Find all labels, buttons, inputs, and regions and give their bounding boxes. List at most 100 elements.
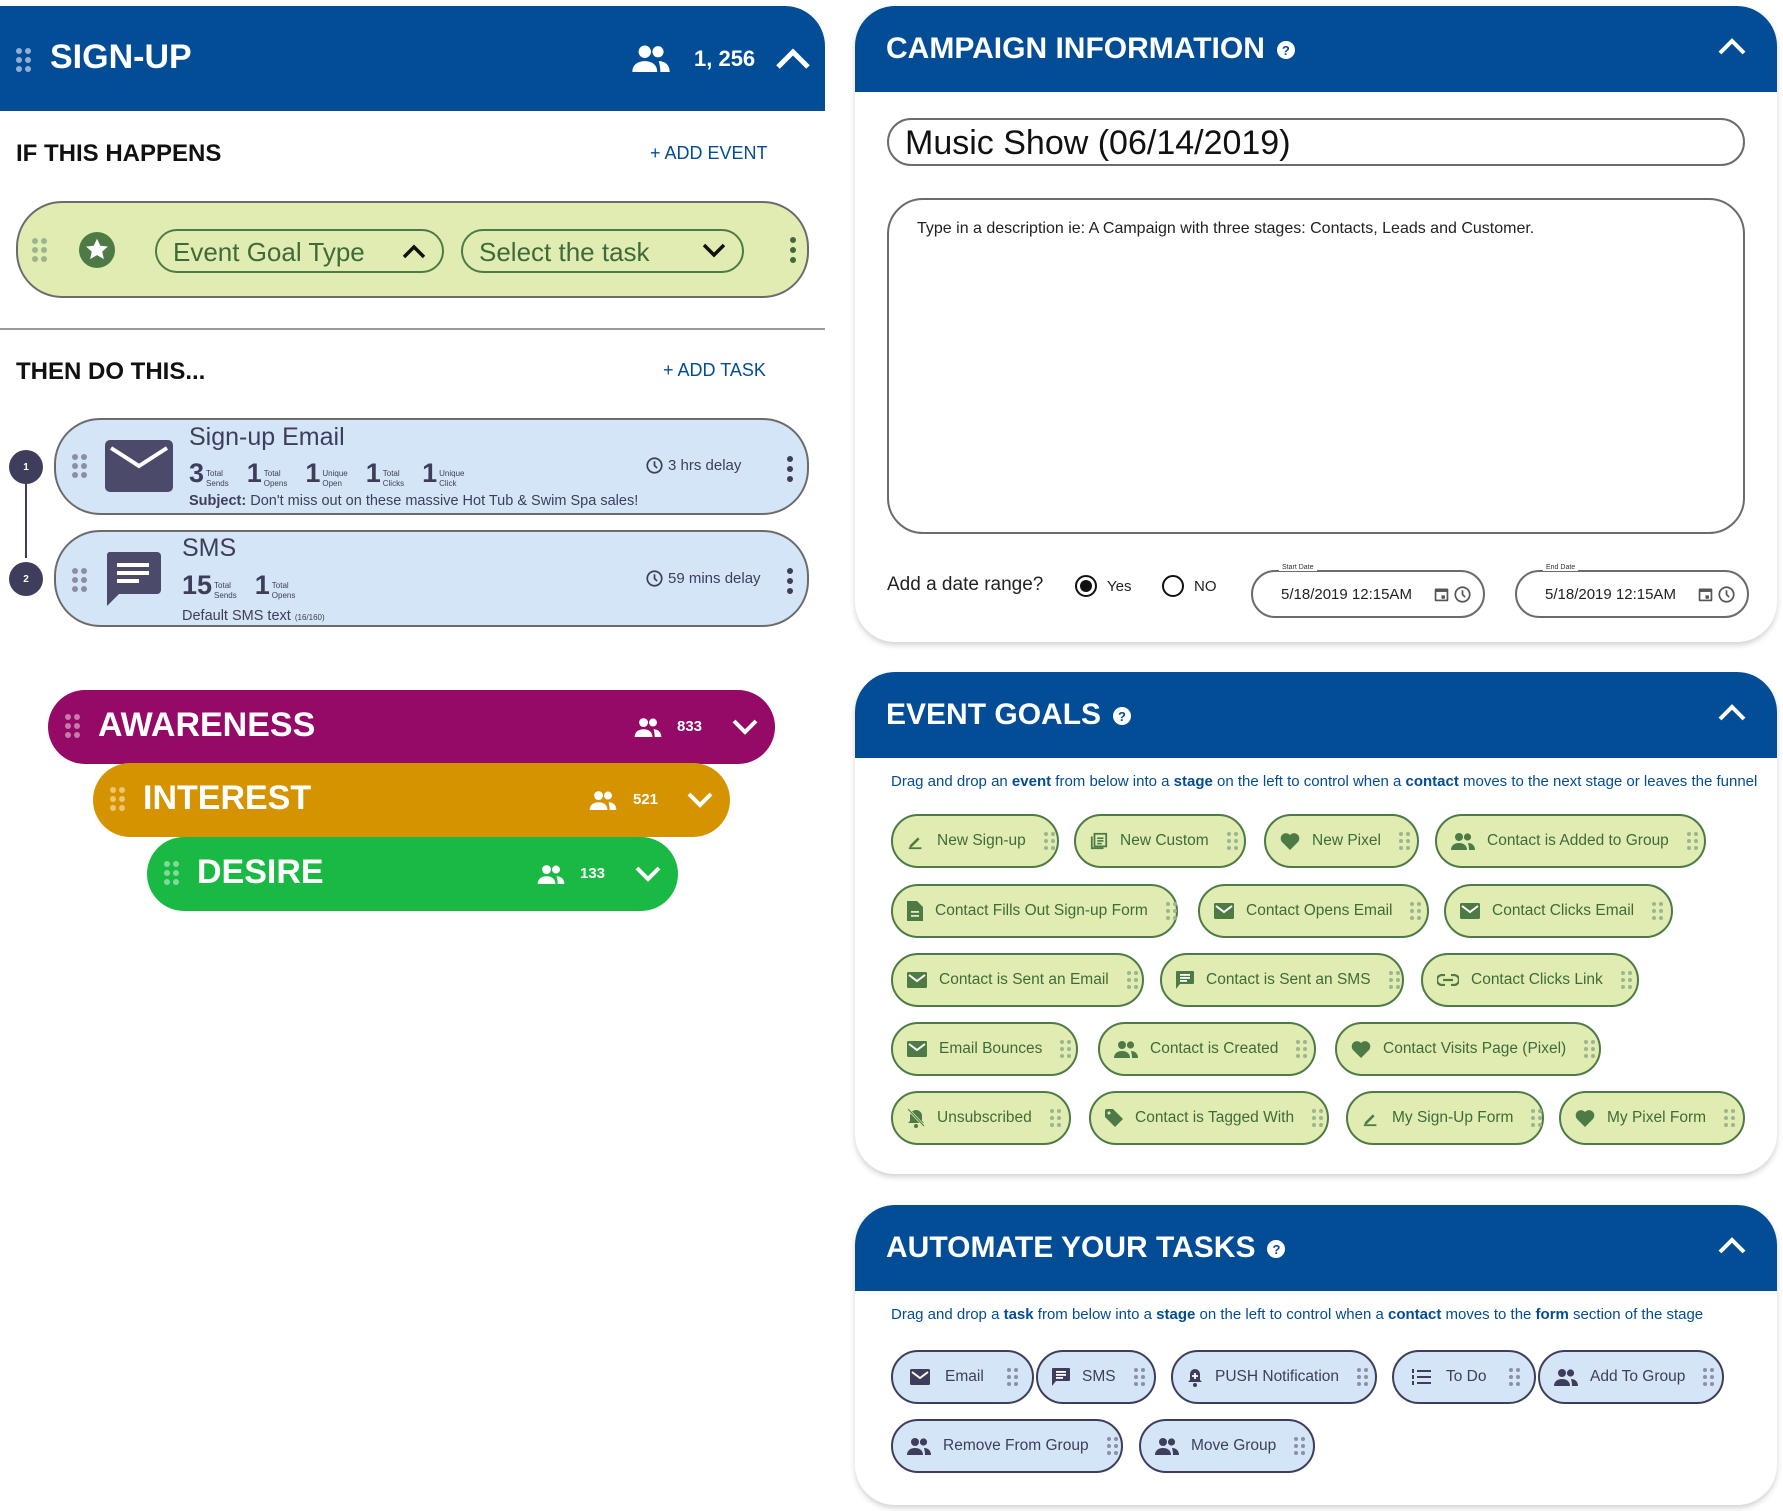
chevron-down-icon[interactable] (732, 718, 758, 736)
task-chip-to-do[interactable]: To Do (1392, 1350, 1536, 1404)
chevron-up-icon[interactable] (1717, 702, 1747, 722)
campaign-name-input[interactable]: Music Show (06/14/2019) (887, 118, 1745, 166)
stage-awareness[interactable]: AWARENESS 833 (48, 690, 775, 764)
drag-handle-icon[interactable] (1584, 1040, 1596, 1058)
task-chip-sms[interactable]: SMS (1036, 1350, 1156, 1404)
drag-handle-icon[interactable] (1509, 1368, 1520, 1386)
task-chip-add-to-group[interactable]: Add To Group (1538, 1350, 1724, 1404)
task-stats: 3 Total Sends 1 Total Opens 1 Unique Open 1 Tot… (189, 458, 464, 489)
event-goal-chip-contact-is-added-to-group[interactable]: Contact is Added to Group (1435, 814, 1706, 868)
clock-icon[interactable] (1718, 586, 1735, 603)
event-goal-chip-contact-clicks-email[interactable]: Contact Clicks Email (1444, 884, 1673, 938)
radio-no[interactable]: NO (1162, 575, 1217, 597)
drag-handle-icon[interactable] (1531, 1109, 1543, 1127)
drag-handle-icon[interactable] (1703, 1368, 1715, 1386)
stage-interest[interactable]: INTEREST 521 (93, 763, 730, 837)
chevron-up-icon[interactable] (1717, 36, 1747, 56)
help-icon[interactable]: ? (1113, 707, 1132, 726)
help-icon[interactable]: ? (1276, 41, 1295, 60)
drag-handle-icon[interactable] (72, 568, 87, 592)
drag-handle-icon[interactable] (110, 787, 125, 811)
chevron-down-icon[interactable] (635, 865, 661, 883)
event-goals-header: EVENT GOALS? (855, 672, 1777, 758)
task-chip-move-group[interactable]: Move Group (1139, 1419, 1315, 1473)
chevron-up-icon[interactable] (775, 46, 811, 70)
task-chip-remove-from-group[interactable]: Remove From Group (891, 1419, 1123, 1473)
drag-handle-icon[interactable] (1106, 1437, 1118, 1455)
stat-unique-open: 1 Unique Open (305, 458, 348, 488)
task-card-sms[interactable]: SMS 15 Total Sends 1 Total Opens Default SMS… (54, 530, 809, 627)
add-event-button[interactable]: + ADD EVENT (650, 143, 768, 164)
event-goal-chip-email-bounces[interactable]: Email Bounces (891, 1022, 1078, 1076)
event-goal-chip-unsubscribed[interactable]: Unsubscribed (891, 1091, 1071, 1145)
event-goal-chip-new-pixel[interactable]: New Pixel (1264, 814, 1419, 868)
drag-handle-icon[interactable] (1007, 1368, 1018, 1386)
help-icon[interactable]: ? (1267, 1240, 1286, 1259)
event-goal-chip-contact-fills-out-sign-up-form[interactable]: Contact Fills Out Sign-up Form (891, 884, 1178, 938)
signup-header: SIGN-UP 1, 256 (0, 6, 825, 111)
drag-handle-icon[interactable] (1410, 902, 1422, 920)
drag-handle-icon[interactable] (1312, 1109, 1324, 1127)
event-goal-chip-new-sign-up[interactable]: New Sign-up (891, 814, 1059, 868)
event-goal-chip-my-pixel-form[interactable]: My Pixel Form (1559, 1091, 1745, 1145)
drag-handle-icon[interactable] (164, 861, 179, 885)
event-goal-chip-contact-opens-email[interactable]: Contact Opens Email (1198, 884, 1429, 938)
select-task-select[interactable]: Select the task (461, 229, 744, 273)
drag-handle-icon[interactable] (1226, 832, 1238, 850)
start-date-input[interactable]: Start Date 5/18/2019 12:15AM (1251, 564, 1485, 618)
drag-handle-icon[interactable] (1165, 902, 1177, 920)
drag-handle-icon[interactable] (65, 714, 80, 738)
calendar-icon[interactable] (1697, 586, 1714, 603)
radio-button[interactable] (1162, 575, 1184, 597)
drag-handle-icon[interactable] (1652, 902, 1664, 920)
drag-handle-icon[interactable] (1357, 1368, 1369, 1386)
task-chip-push-notification[interactable]: PUSH Notification (1171, 1350, 1377, 1404)
campaign-description-textarea[interactable]: Type in a description ie: A Campaign wit… (887, 198, 1745, 534)
drag-handle-icon[interactable] (16, 48, 31, 72)
stage-desire[interactable]: DESIRE 133 (147, 837, 678, 911)
radio-button-selected[interactable] (1075, 575, 1097, 597)
task-card-email[interactable]: Sign-up Email 3 Total Sends 1 Total Opens 1U… (54, 418, 809, 515)
drag-handle-icon[interactable] (1043, 832, 1055, 850)
event-goal-chip-contact-is-sent-an-email[interactable]: Contact is Sent an Email (891, 953, 1144, 1007)
event-goal-chip-contact-is-tagged-with[interactable]: Contact is Tagged With (1089, 1091, 1329, 1145)
more-options-icon[interactable] (790, 237, 796, 263)
task-chip-email[interactable]: Email (891, 1350, 1034, 1404)
event-goal-chip-contact-is-sent-an-sms[interactable]: Contact is Sent an SMS (1160, 953, 1404, 1007)
drag-handle-icon[interactable] (1126, 971, 1138, 989)
drag-handle-icon[interactable] (1724, 1109, 1736, 1127)
add-task-button[interactable]: + ADD TASK (663, 360, 766, 381)
event-goal-chip-new-custom[interactable]: New Custom (1074, 814, 1246, 868)
drag-handle-icon[interactable] (1620, 971, 1632, 989)
chip-label: Contact is Added to Group (1487, 832, 1669, 849)
radio-yes[interactable]: Yes (1075, 575, 1131, 597)
calendar-icon[interactable] (1433, 586, 1450, 603)
chevron-up-icon[interactable] (1717, 1235, 1747, 1255)
more-options-icon[interactable] (787, 456, 793, 482)
drag-handle-icon[interactable] (72, 454, 87, 478)
drag-handle-icon[interactable] (32, 238, 47, 262)
end-date-input[interactable]: End Date 5/18/2019 12:15AM (1515, 564, 1749, 618)
drag-handle-icon[interactable] (1133, 1368, 1145, 1386)
drag-handle-icon[interactable] (1388, 971, 1400, 989)
event-goals-panel: EVENT GOALS? Drag and drop an event from… (855, 672, 1777, 1174)
tag-icon (1105, 1109, 1123, 1127)
stat-unique-click: 1 Unique Click (422, 458, 465, 488)
drag-handle-icon[interactable] (1060, 1040, 1072, 1058)
event-goal-chip-contact-visits-page-pixel[interactable]: Contact Visits Page (Pixel) (1335, 1022, 1601, 1076)
drag-handle-icon[interactable] (1686, 832, 1698, 850)
event-goal-type-value: Event Goal Type (173, 237, 365, 267)
chip-label: New Custom (1120, 832, 1209, 849)
event-goal-chip-my-sign-up-form[interactable]: My Sign-Up Form (1346, 1091, 1544, 1145)
drag-handle-icon[interactable] (1294, 1437, 1306, 1455)
chevron-down-icon[interactable] (687, 791, 713, 809)
more-options-icon[interactable] (787, 568, 793, 594)
drag-handle-icon[interactable] (1398, 832, 1410, 850)
event-goal-chip-contact-clicks-link[interactable]: Contact Clicks Link (1421, 953, 1639, 1007)
event-goal-type-select[interactable]: Event Goal Type (155, 229, 444, 273)
drag-handle-icon[interactable] (1049, 1109, 1061, 1127)
event-goal-chip-contact-is-created[interactable]: Contact is Created (1098, 1022, 1316, 1076)
clock-icon[interactable] (1454, 586, 1471, 603)
date-range-label: Add a date range? (887, 574, 1044, 595)
drag-handle-icon[interactable] (1296, 1040, 1308, 1058)
